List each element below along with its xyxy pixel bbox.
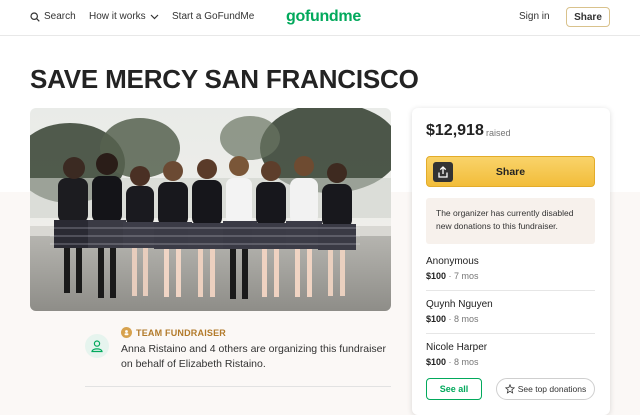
notice-text: The organizer has currently disabled new… xyxy=(436,208,574,231)
see-all-label: See all xyxy=(439,384,469,394)
page-title: SAVE MERCY SAN FRANCISCO xyxy=(30,64,419,94)
how-it-works-label: How it works xyxy=(89,11,146,22)
search-icon xyxy=(30,11,40,22)
search-label: Search xyxy=(44,11,76,22)
see-top-label: See top donations xyxy=(517,384,587,394)
top-navigation: Search How it works Start a GoFundMe gof… xyxy=(0,0,640,36)
donation-item: Nicole Harper $100 · 8 mos xyxy=(426,342,595,367)
gofundme-logo[interactable]: gofundme xyxy=(286,8,361,26)
team-fundraiser-badge: TEAM FUNDRAISER xyxy=(121,327,226,338)
donation-amount: $100 xyxy=(426,314,447,324)
organizer-description: Anna Ristaino and 4 others are organizin… xyxy=(121,343,386,370)
share-button[interactable]: Share xyxy=(426,156,595,187)
donation-meta: $100 · 8 mos xyxy=(426,357,595,367)
logo-text: gofundme xyxy=(286,8,361,25)
donation-meta: $100 · 7 mos xyxy=(426,271,595,281)
header-share-button[interactable]: Share xyxy=(566,7,610,27)
donation-time: 8 mos xyxy=(454,357,479,367)
share-icon xyxy=(433,162,453,182)
sign-in-link[interactable]: Sign in xyxy=(519,11,550,22)
share-button-label: Share xyxy=(495,165,526,178)
donation-amount: $100 xyxy=(426,357,447,367)
see-top-donations-button[interactable]: See top donations xyxy=(496,378,595,400)
donation-card: $12,918 raised Share The organizer has c… xyxy=(412,108,610,415)
campaign-photo[interactable] xyxy=(30,108,391,311)
how-it-works-menu[interactable]: How it works xyxy=(89,11,159,22)
chevron-down-icon xyxy=(150,14,159,19)
donor-name: Nicole Harper xyxy=(426,342,488,353)
donation-time: 8 mos xyxy=(454,314,479,324)
donor-name: Anonymous xyxy=(426,256,479,267)
donation-item: Quynh Nguyen $100 · 8 mos xyxy=(426,299,595,324)
raised-label: raised xyxy=(486,128,511,138)
start-gofundme-link[interactable]: Start a GoFundMe xyxy=(172,11,254,22)
star-icon xyxy=(504,384,515,394)
donations-disabled-notice: The organizer has currently disabled new… xyxy=(426,198,595,244)
group-photo-image xyxy=(30,108,391,311)
donation-amount: $100 xyxy=(426,271,447,281)
team-icon xyxy=(121,327,132,338)
donation-item: Anonymous $100 · 7 mos xyxy=(426,256,595,281)
donor-divider xyxy=(426,333,595,334)
divider xyxy=(85,386,391,387)
raised-amount: $12,918 xyxy=(426,122,484,139)
start-gofundme-label: Start a GoFundMe xyxy=(172,11,255,22)
search-button[interactable]: Search xyxy=(30,11,76,22)
team-organizer-avatar xyxy=(85,334,109,358)
header-share-label: Share xyxy=(574,11,602,23)
team-badge-label: TEAM FUNDRAISER xyxy=(136,327,226,338)
donor-divider xyxy=(426,290,595,291)
donation-meta: $100 · 8 mos xyxy=(426,314,595,324)
donor-name: Quynh Nguyen xyxy=(426,299,493,310)
see-all-button[interactable]: See all xyxy=(426,378,482,400)
sign-in-label: Sign in xyxy=(519,11,550,22)
person-icon xyxy=(91,340,103,353)
donation-time: 7 mos xyxy=(454,271,479,281)
